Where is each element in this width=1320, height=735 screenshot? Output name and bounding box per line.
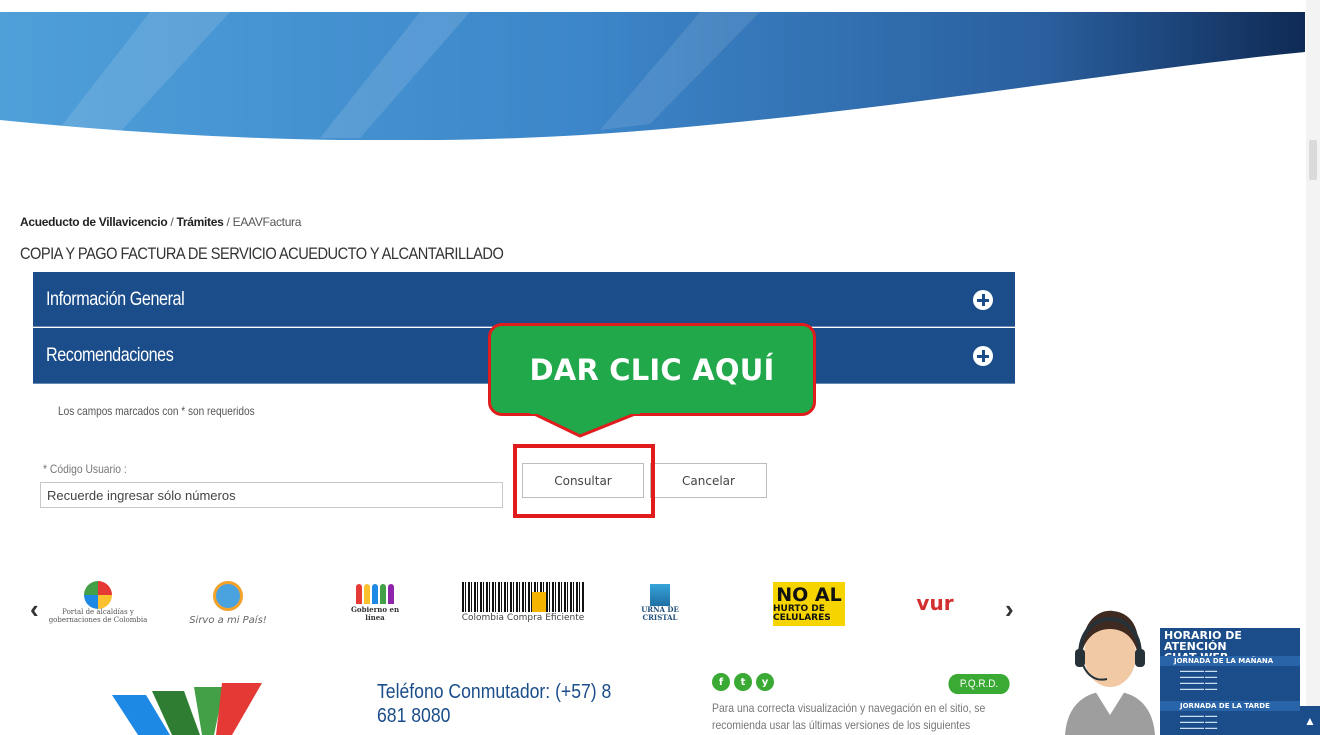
breadcrumb-separator: /: [226, 215, 230, 229]
carousel-next-icon[interactable]: ›: [1005, 596, 1014, 622]
logo-caption: Colombia Compra Eficiente: [461, 613, 585, 624]
colombia-compra-logo[interactable]: Colombia Compra Eficiente: [458, 578, 588, 628]
social-links: f t y: [712, 673, 774, 691]
chat-afternoon-schedule: ▬▬▬▬▬▬ ▬▬▬ ▬▬▬▬▬▬ ▬▬▬ ▬▬▬▬▬▬ ▬▬▬: [1180, 713, 1218, 730]
plus-circle-icon[interactable]: [973, 290, 993, 310]
accordion-label: Recomendaciones: [46, 345, 174, 366]
phone-number: Teléfono Conmutador: (+57) 8 681 8080: [377, 681, 612, 728]
page-title: COPIA Y PAGO FACTURA DE SERVICIO ACUEDUC…: [20, 244, 504, 263]
user-code-label: * Código Usuario :: [43, 462, 127, 476]
eaav-logo: [112, 683, 262, 735]
servir-logo[interactable]: Sirvo a mi País!: [178, 578, 278, 628]
required-fields-note: Los campos marcados con * son requeridos: [58, 404, 255, 418]
callout-text: DAR CLIC AQUÍ: [529, 352, 775, 387]
instruction-callout: DAR CLIC AQUÍ: [488, 323, 816, 416]
breadcrumb-home-link[interactable]: Acueducto de Villavicencio: [20, 215, 168, 229]
breadcrumb-section-link[interactable]: Trámites: [177, 215, 224, 229]
twitter-icon[interactable]: t: [734, 673, 752, 691]
noal-title: NO AL: [776, 583, 842, 606]
header-banner: [0, 0, 1320, 150]
people-icon: [356, 584, 394, 605]
vur-text: vur: [916, 591, 954, 615]
scrollbar-thumb[interactable]: [1309, 140, 1317, 180]
noal-logo[interactable]: NO AL HURTO DE CELULARES: [773, 582, 845, 626]
chat-schedule-panel[interactable]: HORARIO DE ATENCIÓN CHAT WEB JORNADA DE …: [1160, 628, 1300, 735]
gobierno-linea-logo[interactable]: Gobierno en línea: [345, 578, 405, 628]
accordion-label: Información General: [46, 289, 185, 310]
breadcrumb-separator: /: [170, 215, 174, 229]
banner-graphic: [0, 12, 1305, 140]
scroll-to-top-icon[interactable]: ▲: [1300, 706, 1320, 735]
chat-morning-schedule: ▬▬▬▬▬▬ ▬▬▬ ▬▬▬▬▬▬ ▬▬▬ ▬▬▬▬▬▬ ▬▬▬ ▬▬▬▬▬▬ ▬▬▬: [1180, 668, 1218, 691]
gobernaciones-logo[interactable]: Portal de alcaldías y gobernaciones de C…: [48, 578, 148, 628]
chat-afternoon-label: JORNADA DE LA TARDE: [1160, 701, 1300, 711]
callout-pointer: [530, 412, 640, 438]
consultar-button[interactable]: Consultar: [522, 463, 644, 498]
chat-agent-avatar[interactable]: [1055, 595, 1165, 735]
browser-note: Para una correcta visualización y navega…: [712, 701, 986, 733]
logo-caption: Sirvo a mi País!: [189, 614, 267, 626]
logo-caption: Gobierno en línea: [350, 605, 400, 622]
chat-morning-label: JORNADA DE LA MAÑANA: [1160, 656, 1300, 666]
facebook-icon[interactable]: f: [712, 673, 730, 691]
plus-circle-icon[interactable]: [973, 346, 993, 366]
cancelar-button[interactable]: Cancelar: [650, 463, 767, 498]
user-code-input[interactable]: [40, 482, 503, 508]
breadcrumb: Acueducto de Villavicencio / Trámites / …: [20, 215, 301, 229]
breadcrumb-current: EAAVFactura: [232, 215, 302, 229]
logo-caption: URNA DE CRISTAL: [641, 605, 679, 622]
pqrd-button[interactable]: P.Q.R.D.: [948, 674, 1010, 694]
carousel-prev-icon[interactable]: ‹: [30, 596, 39, 622]
youtube-icon[interactable]: y: [756, 673, 774, 691]
page-scrollbar[interactable]: [1306, 0, 1320, 735]
logo-caption: Portal de alcaldías y gobernaciones de C…: [48, 608, 148, 624]
chat-title-line1: HORARIO DE ATENCIÓN: [1164, 629, 1242, 653]
accordion-informacion-general[interactable]: Información General: [33, 272, 1015, 327]
noal-subtitle: HURTO DE CELULARES: [773, 603, 831, 623]
barcode-icon: [462, 582, 584, 613]
urna-logo[interactable]: URNA DE CRISTAL: [635, 578, 685, 628]
ballot-box-icon: [650, 584, 670, 607]
gobernaciones-emblem-icon: [84, 581, 112, 610]
servir-emblem-icon: [213, 580, 243, 611]
vur-logo[interactable]: vur: [895, 578, 975, 628]
